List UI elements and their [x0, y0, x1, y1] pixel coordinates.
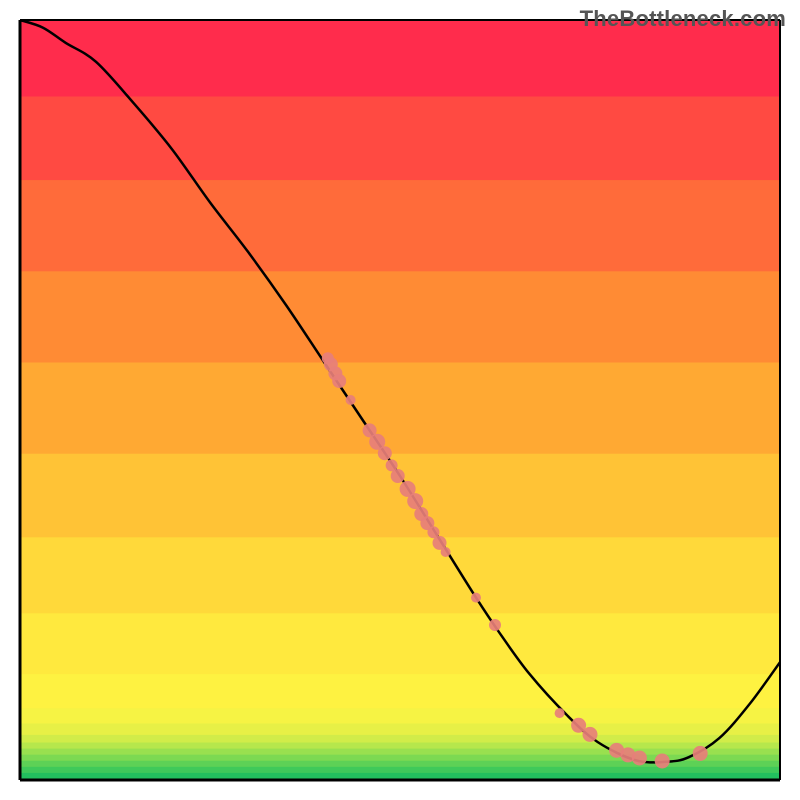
- gradient-band: [20, 734, 780, 742]
- gradient-band: [20, 674, 780, 709]
- gradient-background: [20, 20, 780, 781]
- gradient-band: [20, 96, 780, 180]
- data-point: [332, 374, 346, 388]
- gradient-band: [20, 748, 780, 755]
- data-point: [441, 547, 451, 557]
- gradient-band: [20, 362, 780, 454]
- data-point: [655, 754, 670, 769]
- gradient-band: [20, 271, 780, 363]
- data-point: [583, 727, 598, 742]
- chart-container: TheBottleneck.com: [0, 0, 800, 800]
- gradient-band: [20, 708, 780, 724]
- data-point: [632, 750, 647, 765]
- data-point: [489, 619, 501, 631]
- bottleneck-chart: [0, 0, 800, 800]
- gradient-band: [20, 613, 780, 674]
- gradient-band: [20, 537, 780, 614]
- gradient-band: [20, 180, 780, 272]
- data-point: [407, 493, 423, 509]
- gradient-band: [20, 742, 780, 749]
- data-point: [378, 446, 392, 460]
- data-point: [693, 746, 708, 761]
- gradient-band: [20, 453, 780, 537]
- data-point: [391, 469, 405, 483]
- gradient-band: [20, 723, 780, 735]
- data-point: [471, 593, 481, 603]
- data-point: [346, 395, 356, 405]
- data-point: [555, 708, 565, 718]
- watermark-text: TheBottleneck.com: [580, 6, 786, 32]
